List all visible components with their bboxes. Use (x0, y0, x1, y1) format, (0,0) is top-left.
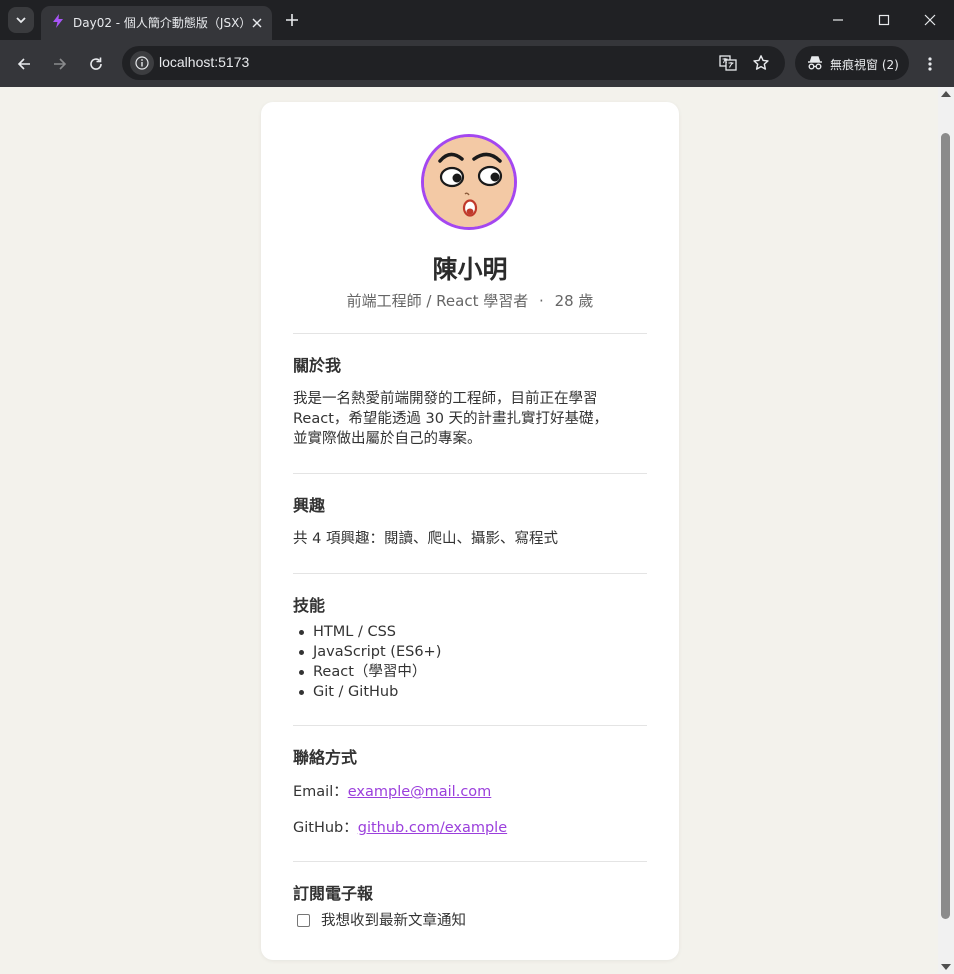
github-link[interactable]: github.com/example (358, 820, 507, 836)
github-row: GitHub：github.com/example (293, 818, 647, 838)
bookmark-button[interactable] (751, 53, 771, 73)
newsletter-checkbox[interactable] (297, 914, 310, 927)
profile-age: 28 歲 (554, 292, 594, 310)
bullet (299, 690, 304, 695)
avatar (421, 134, 517, 230)
separator-dot: · (539, 292, 544, 310)
skills-list: HTML / CSS JavaScript (ES6+) React（學習中） … (293, 622, 647, 702)
address-bar[interactable]: localhost:5173 (122, 46, 785, 80)
bullet (299, 670, 304, 675)
incognito-indicator[interactable]: 無痕視窗 (2) (795, 46, 909, 80)
browser-toolbar: localhost:5173 無痕視窗 (2) (0, 40, 954, 87)
star-icon (753, 55, 769, 70)
list-item: Git / GitHub (293, 682, 647, 702)
email-row: Email：example@mail.com (293, 782, 647, 802)
maximize-icon (878, 14, 890, 26)
interests-heading: 興趣 (293, 496, 326, 515)
scroll-up-arrow[interactable] (941, 91, 951, 97)
email-label: Email： (293, 784, 348, 800)
minimize-button[interactable] (828, 10, 848, 30)
newsletter-heading: 訂閱電子報 (293, 884, 374, 903)
minimize-icon (833, 19, 843, 21)
divider (293, 333, 647, 334)
about-line: 並實際做出屬於自己的專案。 (293, 431, 482, 447)
forward-button[interactable] (48, 52, 72, 76)
profile-title: 前端工程師 / React 學習者 (346, 292, 529, 310)
profile-card: 陳小明 前端工程師 / React 學習者 · 28 歲 關於我 我是一名熱愛前… (261, 102, 679, 960)
reload-icon (90, 57, 102, 70)
about-line: 我是一名熱愛前端開發的工程師，目前正在學習 (293, 391, 598, 407)
url-text: localhost:5173 (159, 54, 250, 70)
new-tab-button[interactable] (282, 10, 302, 30)
tab-title: Day02 - 個人簡介動態版（JSX） (73, 16, 245, 30)
skill-label: Git / GitHub (313, 684, 399, 700)
site-info-button[interactable] (130, 51, 154, 75)
translate-icon (719, 55, 737, 71)
skills-heading: 技能 (293, 596, 326, 615)
profile-name: 陳小明 (432, 255, 508, 284)
divider (293, 473, 647, 474)
skill-label: HTML / CSS (313, 624, 396, 640)
scroll-down-arrow[interactable] (941, 964, 951, 970)
translate-button[interactable] (718, 53, 738, 73)
profile-subtitle: 前端工程師 / React 學習者 · 28 歲 (261, 290, 679, 311)
list-item: HTML / CSS (293, 622, 647, 642)
worried-face-icon (424, 137, 514, 227)
tab-close-button[interactable] (248, 14, 266, 32)
divider (293, 573, 647, 574)
tab-search-button[interactable] (8, 7, 34, 33)
close-icon (252, 18, 262, 28)
browser-menu-button[interactable] (920, 52, 940, 76)
incognito-icon (808, 56, 822, 70)
skill-label: JavaScript (ES6+) (313, 644, 442, 660)
more-vertical-icon (928, 57, 932, 71)
tab-strip: Day02 - 個人簡介動態版（JSX） (0, 0, 954, 40)
email-link[interactable]: example@mail.com (348, 784, 492, 800)
info-icon (135, 56, 149, 70)
back-button[interactable] (12, 52, 36, 76)
list-item: React（學習中） (293, 662, 647, 682)
page-viewport: 陳小明 前端工程師 / React 學習者 · 28 歲 關於我 我是一名熱愛前… (0, 87, 938, 974)
incognito-label: 無痕視窗 (2) (830, 58, 899, 72)
list-item: JavaScript (ES6+) (293, 642, 647, 662)
arrow-right-icon (54, 58, 67, 70)
plus-icon (286, 14, 298, 26)
bullet (299, 630, 304, 635)
arrow-left-icon (17, 58, 30, 70)
close-icon (924, 14, 936, 26)
page-scrollbar[interactable] (938, 87, 954, 974)
vite-logo-icon (53, 14, 63, 28)
skill-label: React（學習中） (313, 664, 427, 680)
bullet (299, 650, 304, 655)
about-heading: 關於我 (293, 356, 342, 375)
github-label: GitHub： (293, 820, 358, 836)
divider (293, 725, 647, 726)
divider (293, 861, 647, 862)
active-tab[interactable]: Day02 - 個人簡介動態版（JSX） (41, 6, 272, 40)
close-window-button[interactable] (920, 10, 940, 30)
about-text: 我是一名熱愛前端開發的工程師，目前正在學習 React，希望能透過 30 天的計… (293, 389, 647, 449)
chevron-down-icon (16, 17, 26, 24)
about-line: React，希望能透過 30 天的計畫扎實打好基礎， (293, 411, 609, 427)
interests-summary: 共 4 項興趣：閱讀、爬山、攝影、寫程式 (293, 531, 558, 547)
scrollbar-thumb[interactable] (941, 133, 950, 919)
contact-heading: 聯絡方式 (293, 748, 358, 767)
maximize-button[interactable] (874, 10, 894, 30)
reload-button[interactable] (84, 52, 108, 76)
newsletter-checkbox-label[interactable]: 我想收到最新文章通知 (321, 909, 466, 930)
